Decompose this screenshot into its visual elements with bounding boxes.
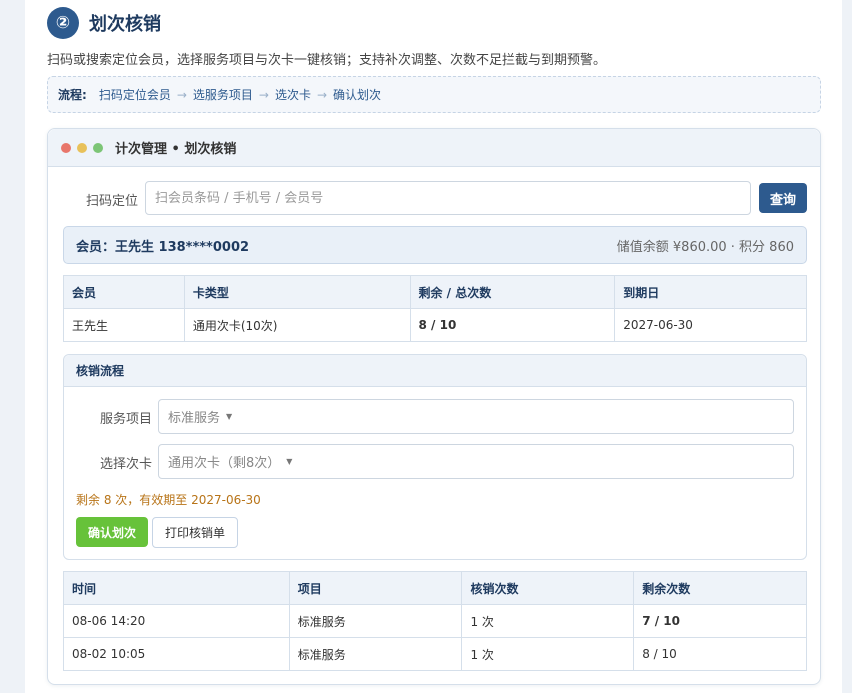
step-number-badge: ②: [47, 7, 79, 39]
cell-member: 王先生: [63, 308, 185, 342]
flow-step-3: 选次卡: [274, 88, 311, 102]
service-select[interactable]: 标准服务 ▼: [158, 399, 794, 434]
chevron-down-icon: ▼: [226, 412, 233, 421]
cell-time: 08-06 14:20: [63, 604, 290, 638]
flow-arrow-icon: →: [316, 87, 328, 102]
card-table: 会员 卡类型 剩余 / 总次数 到期日 王先生 通用次卡(10次) 8 / 10…: [63, 275, 807, 342]
scan-row: 扫码定位 查询: [48, 181, 822, 215]
column-header: 时间: [63, 571, 290, 605]
remaining-hint: 剩余 8 次，有效期至 2027-06-30: [76, 493, 261, 507]
cell-count: 1 次: [461, 637, 635, 671]
cell-remaining: 8 / 10: [409, 308, 616, 342]
verify-panel: 核销流程 服务项目 标准服务 ▼ 选择次卡 通用次卡（剩8次） ▼ 剩余 8 次…: [63, 354, 807, 560]
window-title: 计次管理 • 划次核销: [115, 142, 237, 157]
scan-input[interactable]: [145, 181, 751, 215]
scan-label: 扫码定位: [86, 194, 139, 209]
service-value: 标准服务: [168, 411, 221, 426]
cell-count: 1 次: [461, 604, 635, 638]
history-table: 时间 项目 核销次数 剩余次数 08-06 14:20 标准服务 1 次 7 /…: [63, 571, 807, 671]
column-header: 到期日: [614, 275, 807, 309]
cell-time: 08-02 10:05: [63, 637, 290, 671]
card-value: 通用次卡（剩8次）: [168, 456, 281, 471]
column-header: 卡类型: [183, 275, 411, 309]
table-row[interactable]: 王先生 通用次卡(10次) 8 / 10 2027-06-30: [63, 308, 807, 342]
flow-step-1: 扫码定位会员: [98, 88, 171, 102]
table-row[interactable]: 08-06 14:20 标准服务 1 次 7 / 10: [63, 604, 807, 638]
cell-card-type: 通用次卡(10次): [183, 308, 411, 342]
panel-title: 核销流程: [64, 355, 806, 387]
column-header: 剩余次数: [633, 571, 807, 605]
member-name: 会员：王先生 138****0002: [76, 239, 250, 255]
confirm-button[interactable]: 确认划次: [76, 517, 148, 547]
member-balance: 储值余额 ¥860.00 · 积分 860: [616, 239, 794, 255]
card-select[interactable]: 通用次卡（剩8次） ▼: [158, 444, 794, 479]
page-description: 扫码或搜索定位会员，选择服务项目与次卡一键核销；支持补次调整、次数不足拦截与到期…: [47, 53, 607, 68]
member-info-bar: 会员：王先生 138****0002 储值余额 ¥860.00 · 积分 860: [63, 226, 807, 264]
table-header-row: 会员 卡类型 剩余 / 总次数 到期日: [63, 275, 807, 309]
flow-step-2: 选服务项目: [192, 88, 253, 102]
window-titlebar: 计次管理 • 划次核销: [48, 129, 820, 167]
cell-expiry: 2027-06-30: [614, 308, 807, 342]
card-label: 选择次卡: [100, 457, 153, 472]
column-header: 会员: [63, 275, 185, 309]
chevron-down-icon: ▼: [286, 457, 293, 466]
cell-service: 标准服务: [288, 637, 463, 671]
print-button[interactable]: 打印核销单: [152, 517, 238, 548]
page-title: 划次核销: [89, 14, 161, 35]
minimize-dot-icon[interactable]: [77, 142, 87, 153]
service-label: 服务项目: [100, 412, 153, 427]
table-header-row: 时间 项目 核销次数 剩余次数: [63, 571, 807, 605]
flow-arrow-icon: →: [258, 87, 269, 102]
column-header: 剩余 / 总次数: [409, 275, 616, 309]
query-button[interactable]: 查询: [759, 183, 807, 213]
cell-remaining: 7 / 10: [633, 604, 807, 638]
column-header: 项目: [288, 571, 463, 605]
table-row[interactable]: 08-02 10:05 标准服务 1 次 8 / 10: [63, 637, 807, 671]
flow-bar: 流程: 扫码定位会员 → 选服务项目 → 选次卡 → 确认划次: [47, 76, 821, 113]
cell-remaining: 8 / 10: [633, 637, 807, 671]
flow-arrow-icon: →: [176, 87, 187, 102]
page: ② 划次核销 扫码或搜索定位会员，选择服务项目与次卡一键核销；支持补次调整、次数…: [25, 0, 842, 693]
maximize-dot-icon[interactable]: [93, 142, 103, 153]
close-dot-icon[interactable]: [61, 142, 71, 153]
cell-service: 标准服务: [288, 604, 463, 638]
flow-step-4: 确认划次: [333, 88, 382, 102]
verify-window: 计次管理 • 划次核销 扫码定位 查询 会员：王先生 138****0002 储…: [47, 128, 821, 685]
column-header: 核销次数: [461, 571, 635, 605]
flow-label: 流程:: [58, 88, 87, 102]
step-header: ② 划次核销: [47, 7, 161, 39]
